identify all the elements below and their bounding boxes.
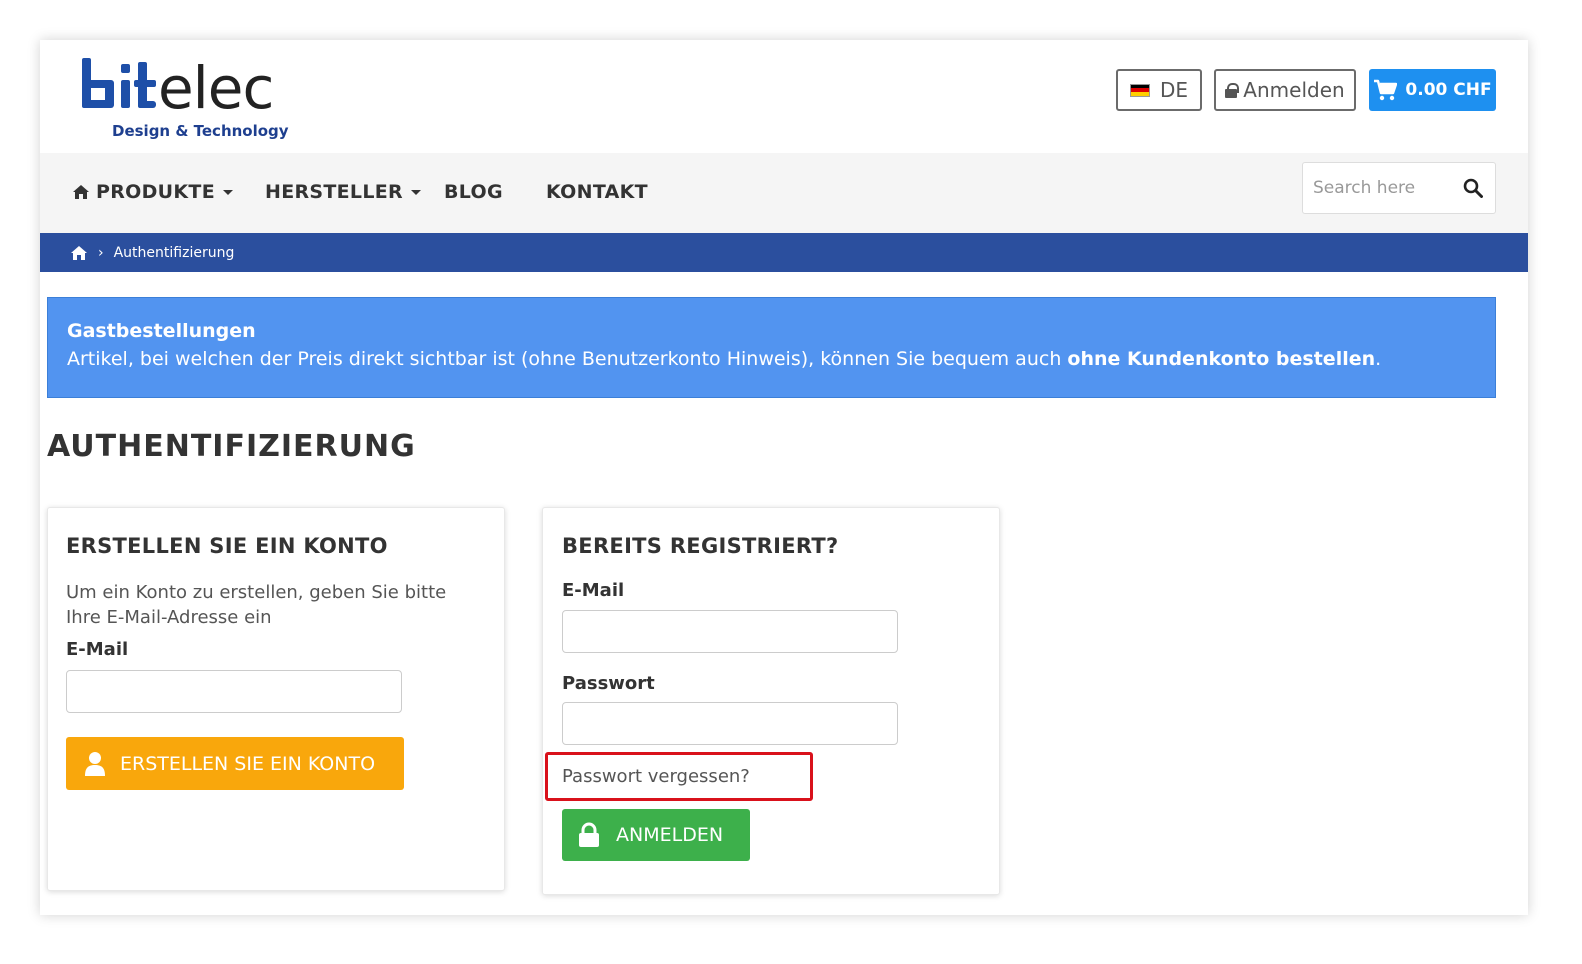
login-password-field[interactable] — [562, 702, 898, 745]
login-email-field[interactable] — [562, 610, 898, 653]
nav-kontakt-label: KONTAKT — [546, 181, 648, 203]
cart-icon — [1374, 79, 1398, 101]
alert-text-bold: ohne Kundenkonto bestellen — [1067, 348, 1376, 370]
chevron-down-icon — [222, 189, 233, 195]
page-title: AUTHENTIFIZIERUNG — [47, 429, 416, 464]
cart-total: 0.00 CHF — [1405, 80, 1492, 100]
create-email-label: E-Mail — [66, 639, 129, 660]
create-email-field[interactable] — [66, 670, 402, 713]
main-nav: PRODUKTE HERSTELLER BLOG KONTAKT — [40, 153, 1528, 233]
breadcrumb-separator: › — [98, 244, 104, 261]
login-password-label: Passwort — [562, 673, 655, 694]
language-selector[interactable]: DE — [1116, 69, 1202, 111]
site-logo[interactable]: elec Design & Technology — [82, 50, 312, 140]
forgot-password-link[interactable]: Passwort vergessen? — [562, 766, 750, 787]
nav-hersteller-label: HERSTELLER — [265, 181, 403, 203]
nav-produkte-label: PRODUKTE — [96, 181, 215, 203]
logo-text-elec: elec — [158, 54, 273, 122]
lock-icon — [579, 822, 599, 847]
login-title: BEREITS REGISTRIERT? — [562, 534, 839, 558]
language-label: DE — [1159, 78, 1189, 102]
nav-blog[interactable]: BLOG — [444, 181, 503, 203]
login-email-label: E-Mail — [562, 580, 625, 601]
login-submit-button[interactable]: ANMELDEN — [562, 809, 750, 861]
header-login-label: Anmelden — [1243, 78, 1345, 102]
search-box — [1302, 162, 1496, 214]
search-icon[interactable] — [1463, 178, 1483, 198]
page-frame: elec Design & Technology DE Anmelden 0.0… — [40, 40, 1528, 915]
chevron-down-icon — [410, 189, 421, 195]
nav-hersteller[interactable]: HERSTELLER — [265, 181, 421, 203]
nav-produkte[interactable]: PRODUKTE — [72, 181, 233, 203]
search-input[interactable] — [1313, 171, 1463, 205]
logo-tagline: Design & Technology — [112, 122, 289, 140]
breadcrumb-current: Authentifizierung — [113, 244, 235, 261]
create-account-title: ERSTELLEN SIE EIN KONTO — [66, 534, 388, 558]
cart-button[interactable]: 0.00 CHF — [1369, 69, 1496, 111]
nav-kontakt[interactable]: KONTAKT — [546, 181, 648, 203]
german-flag-icon — [1129, 83, 1150, 97]
home-icon — [73, 185, 89, 199]
lock-icon — [1225, 82, 1240, 98]
breadcrumb-home-icon[interactable] — [70, 245, 88, 261]
create-account-button[interactable]: ERSTELLEN SIE EIN KONTO — [66, 737, 404, 790]
create-account-description: Um ein Konto zu erstellen, geben Sie bit… — [66, 582, 447, 628]
user-icon — [85, 751, 105, 776]
nav-blog-label: BLOG — [444, 181, 503, 203]
alert-text-before: Artikel, bei welchen der Preis direkt si… — [67, 348, 1068, 370]
guest-order-alert: Gastbestellungen Artikel, bei welchen de… — [47, 297, 1496, 398]
alert-text-after: . — [1375, 348, 1382, 370]
login-card: BEREITS REGISTRIERT? E-Mail Passwort Pas… — [542, 507, 1000, 895]
alert-title: Gastbestellungen — [67, 320, 256, 342]
create-account-card: ERSTELLEN SIE EIN KONTO Um ein Konto zu … — [47, 507, 505, 891]
alert-text: Artikel, bei welchen der Preis direkt si… — [67, 348, 1476, 370]
login-submit-label: ANMELDEN — [616, 824, 724, 846]
create-account-button-label: ERSTELLEN SIE EIN KONTO — [120, 752, 376, 775]
logo-wordmark: elec — [82, 54, 274, 122]
breadcrumb: › Authentifizierung — [40, 233, 1528, 272]
header-login-button[interactable]: Anmelden — [1214, 69, 1356, 111]
